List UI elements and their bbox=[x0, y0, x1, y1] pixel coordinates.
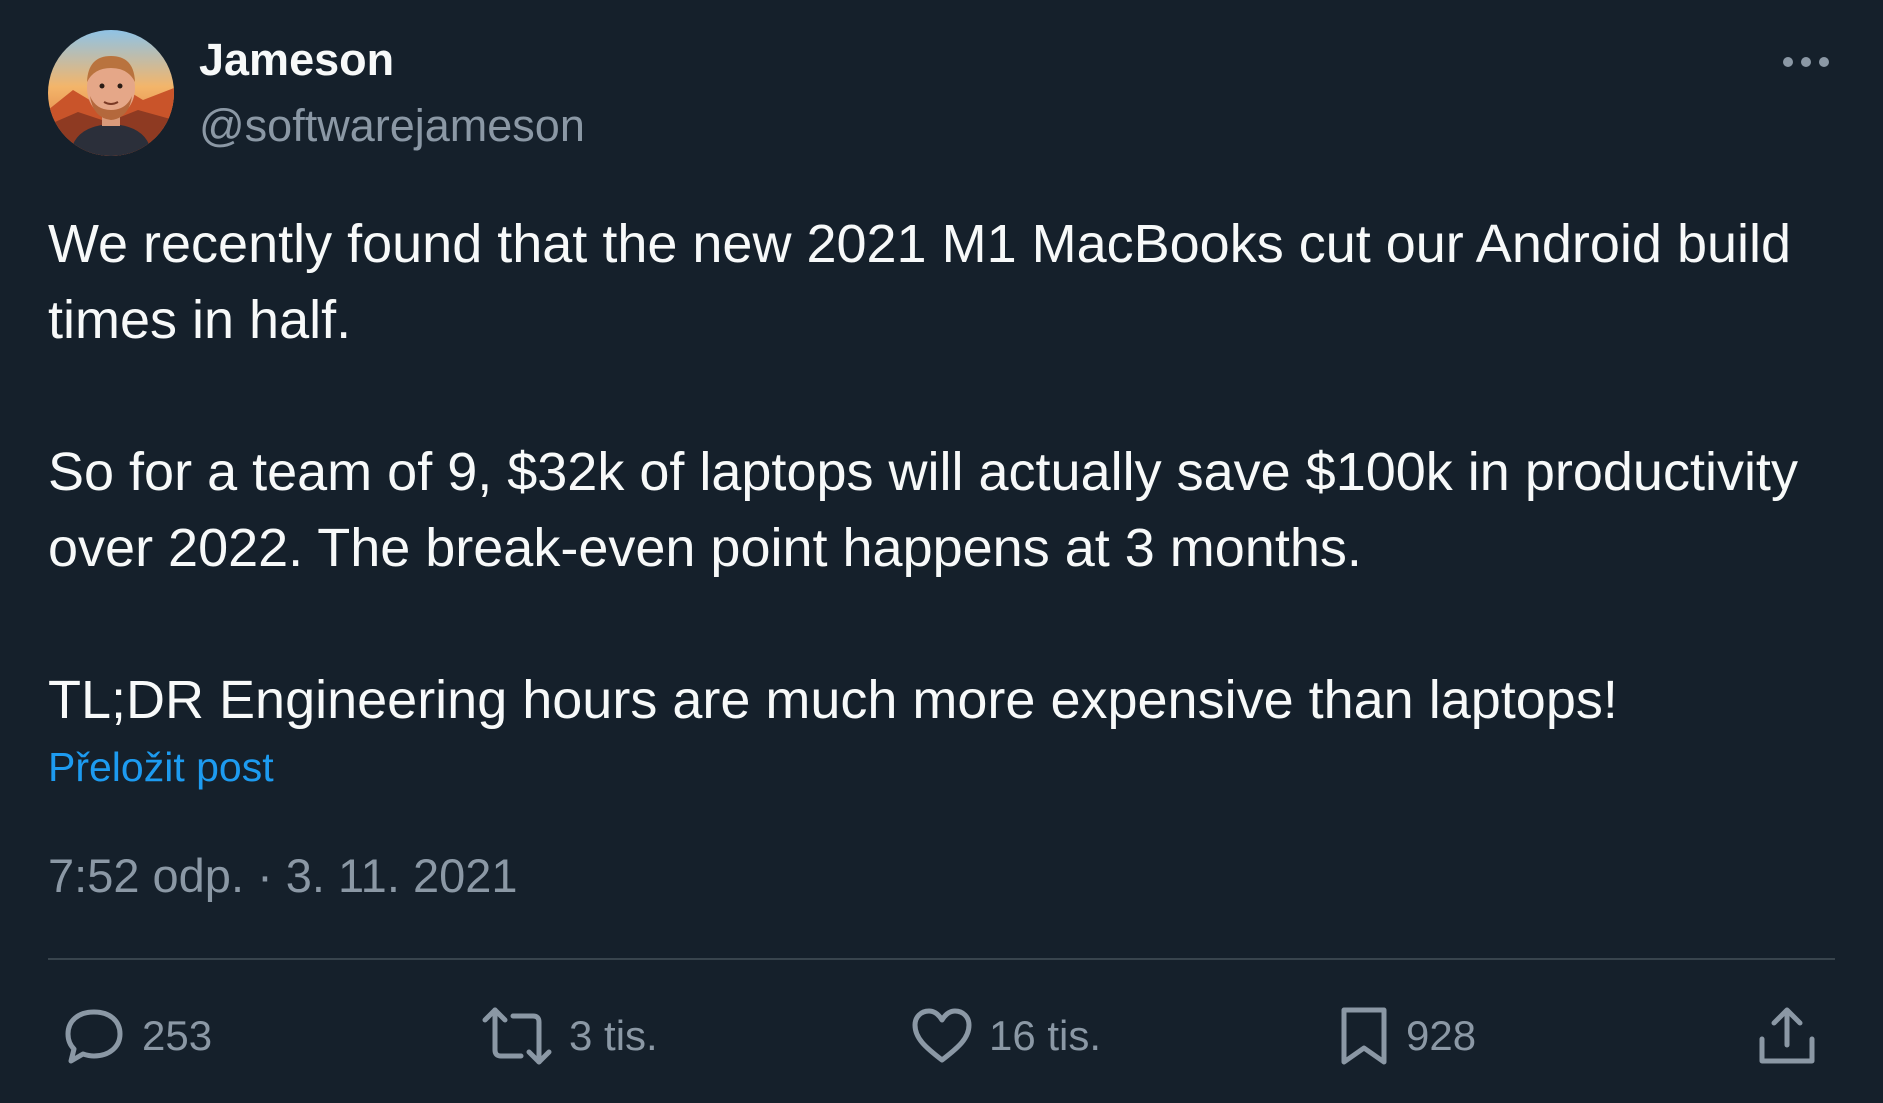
reply-icon bbox=[65, 1009, 123, 1064]
post-paragraph: So for a team of 9, $32k of laptops will… bbox=[48, 442, 1798, 578]
author-handle[interactable]: @softwarejameson bbox=[199, 100, 585, 152]
repost-button[interactable]: 3 tis. bbox=[481, 1001, 658, 1071]
divider bbox=[48, 958, 1835, 960]
more-dots-icon bbox=[1783, 57, 1829, 67]
post-timestamp[interactable]: 7:52 odp. · 3. 11. 2021 bbox=[48, 848, 518, 903]
avatar-image bbox=[48, 30, 174, 156]
bookmark-count: 928 bbox=[1406, 1012, 1477, 1059]
post-paragraph: TL;DR Engineering hours are much more ex… bbox=[48, 670, 1618, 730]
bookmark-button[interactable]: 928 bbox=[1338, 1001, 1476, 1071]
author-display-name[interactable]: Jameson bbox=[199, 34, 394, 86]
like-count: 16 tis. bbox=[989, 1012, 1102, 1059]
reply-button[interactable]: 253 bbox=[62, 1001, 212, 1071]
share-icon bbox=[1759, 1007, 1815, 1064]
repost-count: 3 tis. bbox=[569, 1012, 658, 1059]
bookmark-icon bbox=[1341, 1007, 1387, 1065]
like-button[interactable]: 16 tis. bbox=[911, 1001, 1101, 1071]
translate-post-link[interactable]: Přeložit post bbox=[48, 744, 274, 791]
repost-icon bbox=[482, 1007, 552, 1065]
share-button[interactable] bbox=[1756, 1001, 1818, 1071]
post-paragraph: We recently found that the new 2021 M1 M… bbox=[48, 214, 1792, 350]
post-text: We recently found that the new 2021 M1 M… bbox=[48, 206, 1848, 738]
reply-count: 253 bbox=[142, 1012, 213, 1059]
more-options-button[interactable] bbox=[1776, 42, 1836, 82]
avatar[interactable] bbox=[48, 30, 174, 156]
heart-icon bbox=[912, 1008, 972, 1063]
tweet-card: Jameson @softwarejameson We recently fou… bbox=[0, 0, 1883, 1103]
